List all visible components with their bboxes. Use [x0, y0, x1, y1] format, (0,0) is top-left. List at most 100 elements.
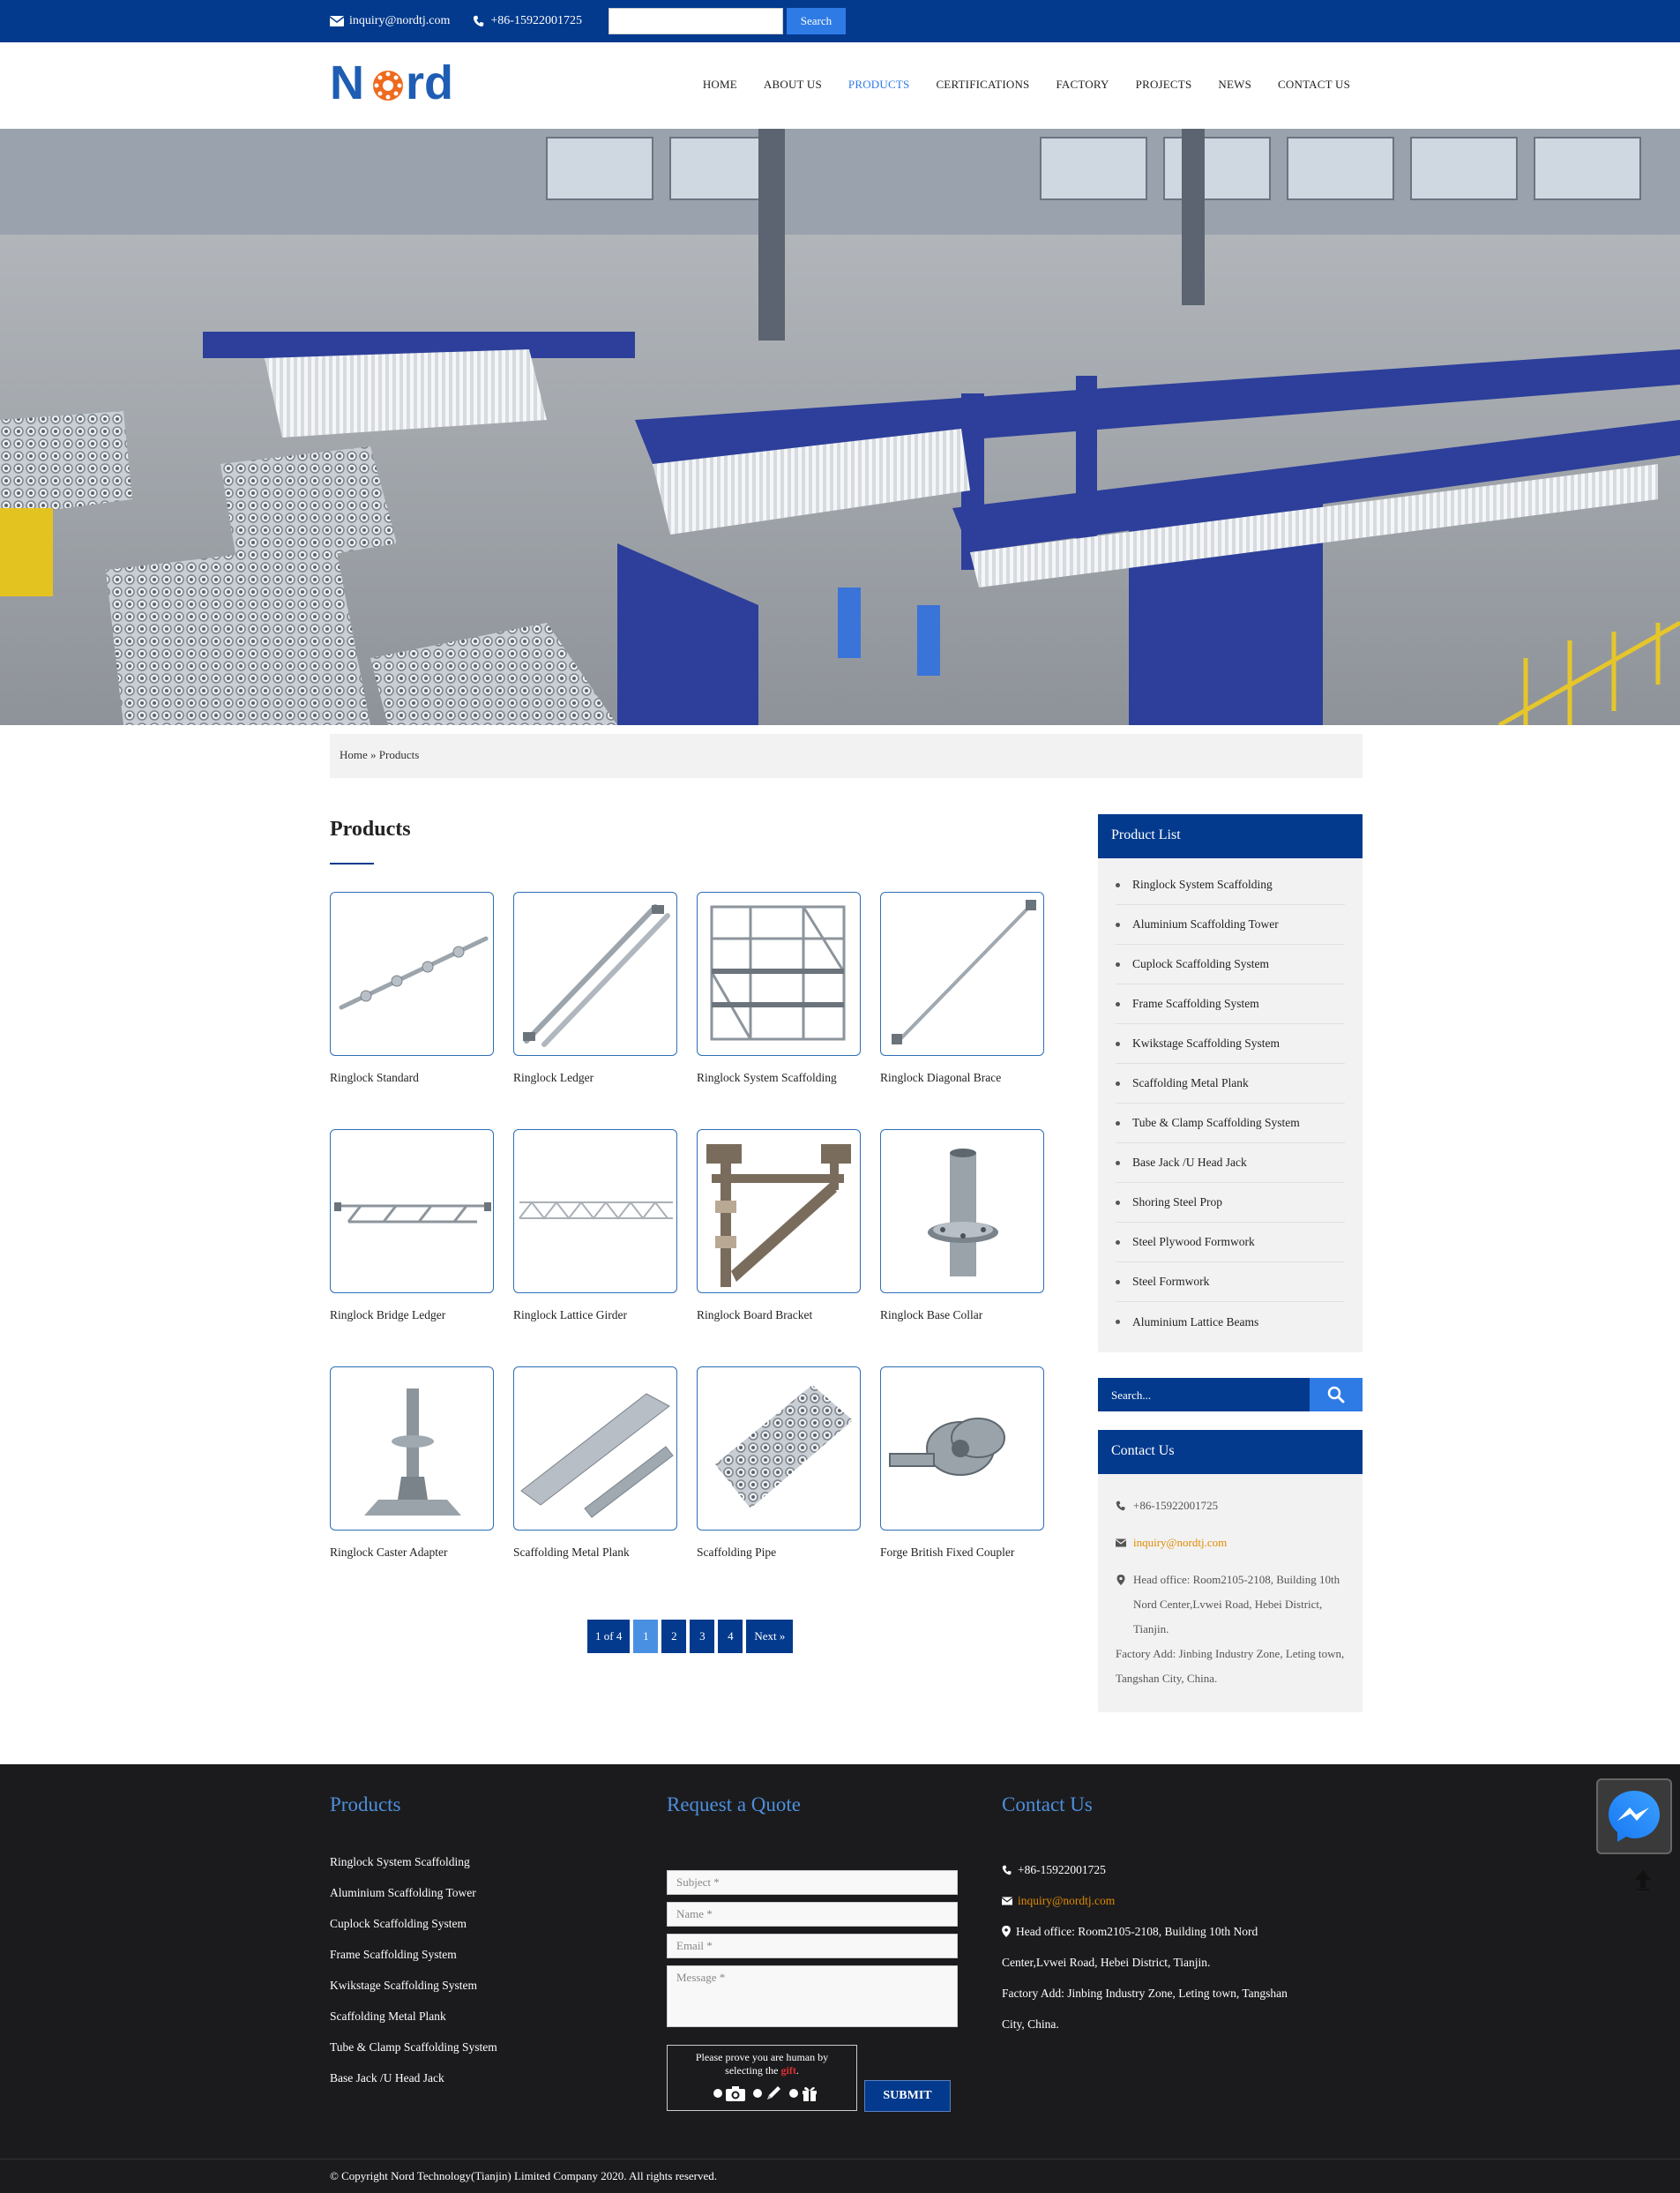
- product-image[interactable]: [697, 1366, 861, 1531]
- footer-product-link[interactable]: Ringlock System Scaffolding: [330, 1854, 497, 1885]
- nav-factory[interactable]: FACTORY: [1056, 78, 1109, 92]
- footer-phone[interactable]: +86-15922001725: [1018, 1854, 1106, 1885]
- topbar-phone[interactable]: +86-15922001725: [473, 14, 582, 28]
- nav-about-us[interactable]: ABOUT US: [764, 78, 822, 92]
- logo-graphic: N rd: [330, 56, 453, 109]
- quote-message-field[interactable]: Message *: [667, 1965, 958, 2027]
- nav-products[interactable]: PRODUCTS: [848, 78, 910, 92]
- product-image[interactable]: [697, 1129, 861, 1293]
- product-card[interactable]: Ringlock Diagonal Brace: [880, 892, 1044, 1085]
- product-image[interactable]: [880, 1129, 1044, 1293]
- page-3[interactable]: 3: [690, 1620, 715, 1653]
- product-image[interactable]: [330, 1129, 494, 1293]
- sidebar-product-item[interactable]: Cuplock Scaffolding System: [1116, 945, 1345, 984]
- nav-home[interactable]: HOME: [703, 78, 737, 92]
- sidebar-product-item[interactable]: Steel Plywood Formwork: [1116, 1223, 1345, 1262]
- product-name[interactable]: Ringlock Base Collar: [880, 1308, 1044, 1322]
- footer-email[interactable]: inquiry@nordtj.com: [1018, 1885, 1115, 1916]
- footer-product-link[interactable]: Aluminium Scaffolding Tower: [330, 1885, 497, 1916]
- sidebar-email[interactable]: inquiry@nordtj.com: [1133, 1531, 1227, 1555]
- product-image[interactable]: [513, 892, 677, 1056]
- product-image[interactable]: [513, 1129, 677, 1293]
- quote-name-field[interactable]: Name *: [667, 1902, 958, 1927]
- product-name[interactable]: Ringlock Diagonal Brace: [880, 1071, 1044, 1085]
- product-name[interactable]: Forge British Fixed Coupler: [880, 1546, 1044, 1560]
- product-image[interactable]: [330, 1366, 494, 1531]
- product-card[interactable]: Scaffolding Metal Plank: [513, 1366, 677, 1560]
- product-card[interactable]: Ringlock Bridge Ledger: [330, 1129, 494, 1322]
- captcha-radio[interactable]: [752, 2089, 762, 2098]
- product-name[interactable]: Scaffolding Metal Plank: [513, 1546, 677, 1560]
- product-name[interactable]: Ringlock Caster Adapter: [330, 1546, 494, 1560]
- page-1[interactable]: 1: [633, 1620, 659, 1653]
- sidebar-product-label: Base Jack /U Head Jack: [1132, 1156, 1247, 1169]
- sidebar-product-item[interactable]: Ringlock System Scaffolding: [1116, 865, 1345, 905]
- sidebar-phone[interactable]: +86-15922001725: [1133, 1493, 1218, 1518]
- footer-products-list: Ringlock System Scaffolding Aluminium Sc…: [330, 1854, 497, 2101]
- product-card[interactable]: Ringlock Standard: [330, 892, 494, 1085]
- gift-icon[interactable]: [801, 2084, 818, 2102]
- captcha-radio[interactable]: [713, 2089, 722, 2098]
- product-card[interactable]: Scaffolding Pipe: [697, 1366, 861, 1560]
- sidebar-product-item[interactable]: Aluminium Lattice Beams: [1116, 1302, 1345, 1342]
- footer-product-link[interactable]: Base Jack /U Head Jack: [330, 2070, 497, 2101]
- captcha-radio[interactable]: [788, 2089, 798, 2098]
- product-name[interactable]: Ringlock Board Bracket: [697, 1308, 861, 1322]
- product-image[interactable]: [880, 1366, 1044, 1531]
- nav-projects[interactable]: PROJECTS: [1136, 78, 1192, 92]
- bullet-icon: [1116, 1239, 1120, 1245]
- breadcrumb-home[interactable]: Home: [340, 748, 368, 761]
- sidebar-product-item[interactable]: Aluminium Scaffolding Tower: [1116, 905, 1345, 945]
- product-name[interactable]: Ringlock Lattice Girder: [513, 1308, 677, 1322]
- sidebar-product-item[interactable]: Shoring Steel Prop: [1116, 1183, 1345, 1223]
- footer-product-link[interactable]: Scaffolding Metal Plank: [330, 2009, 497, 2040]
- product-name[interactable]: Ringlock Standard: [330, 1071, 494, 1085]
- quote-email-field[interactable]: Email *: [667, 1934, 958, 1958]
- product-card[interactable]: Ringlock Lattice Girder: [513, 1129, 677, 1322]
- messenger-chat-button[interactable]: [1596, 1778, 1672, 1854]
- topbar-email[interactable]: inquiry@nordtj.com: [330, 14, 450, 28]
- product-name[interactable]: Scaffolding Pipe: [697, 1546, 861, 1560]
- back-to-top-icon[interactable]: [1634, 1868, 1652, 1891]
- topbar-search-input[interactable]: [608, 8, 783, 34]
- sidebar-product-item[interactable]: Scaffolding Metal Plank: [1116, 1064, 1345, 1104]
- sidebar-product-item[interactable]: Base Jack /U Head Jack: [1116, 1143, 1345, 1183]
- quote-submit-button[interactable]: SUBMIT: [864, 2080, 951, 2112]
- footer-product-link[interactable]: Tube & Clamp Scaffolding System: [330, 2040, 497, 2070]
- page-4[interactable]: 4: [718, 1620, 743, 1653]
- nav-certifications[interactable]: CERTIFICATIONS: [936, 78, 1029, 92]
- product-card[interactable]: Ringlock Base Collar: [880, 1129, 1044, 1322]
- product-name[interactable]: Ringlock Bridge Ledger: [330, 1308, 494, 1322]
- pencil-icon[interactable]: [765, 2084, 782, 2102]
- topbar-search-button[interactable]: Search: [786, 8, 846, 34]
- quote-subject-field[interactable]: Subject *: [667, 1870, 958, 1895]
- phone-icon: [1002, 1865, 1012, 1875]
- product-image[interactable]: [330, 892, 494, 1056]
- lattice-girder-icon: [519, 1201, 673, 1220]
- footer-product-link[interactable]: Cuplock Scaffolding System: [330, 1916, 497, 1947]
- product-card[interactable]: Forge British Fixed Coupler: [880, 1366, 1044, 1560]
- camera-icon[interactable]: [725, 2084, 746, 2102]
- sidebar-search-input[interactable]: Search...: [1098, 1378, 1310, 1411]
- page-2[interactable]: 2: [661, 1620, 687, 1653]
- product-image[interactable]: [697, 892, 861, 1056]
- product-card[interactable]: Ringlock Caster Adapter: [330, 1366, 494, 1560]
- footer-product-link[interactable]: Frame Scaffolding System: [330, 1947, 497, 1978]
- product-image[interactable]: [513, 1366, 677, 1531]
- sidebar-product-item[interactable]: Tube & Clamp Scaffolding System: [1116, 1104, 1345, 1143]
- sidebar-product-item[interactable]: Kwikstage Scaffolding System: [1116, 1024, 1345, 1064]
- product-name[interactable]: Ringlock System Scaffolding: [697, 1071, 861, 1085]
- sidebar-product-item[interactable]: Steel Formwork: [1116, 1262, 1345, 1302]
- sidebar-search-button[interactable]: [1310, 1378, 1363, 1411]
- product-card[interactable]: Ringlock System Scaffolding: [697, 892, 861, 1085]
- product-image[interactable]: [880, 892, 1044, 1056]
- nav-news[interactable]: NEWS: [1218, 78, 1251, 92]
- nord-logo[interactable]: N rd: [330, 56, 467, 109]
- product-card[interactable]: Ringlock Ledger: [513, 892, 677, 1085]
- next-page-button[interactable]: Next »: [746, 1620, 794, 1653]
- footer-product-link[interactable]: Kwikstage Scaffolding System: [330, 1978, 497, 2009]
- nav-contact-us[interactable]: CONTACT US: [1278, 78, 1350, 92]
- product-card[interactable]: Ringlock Board Bracket: [697, 1129, 861, 1322]
- sidebar-product-item[interactable]: Frame Scaffolding System: [1116, 984, 1345, 1024]
- product-name[interactable]: Ringlock Ledger: [513, 1071, 677, 1085]
